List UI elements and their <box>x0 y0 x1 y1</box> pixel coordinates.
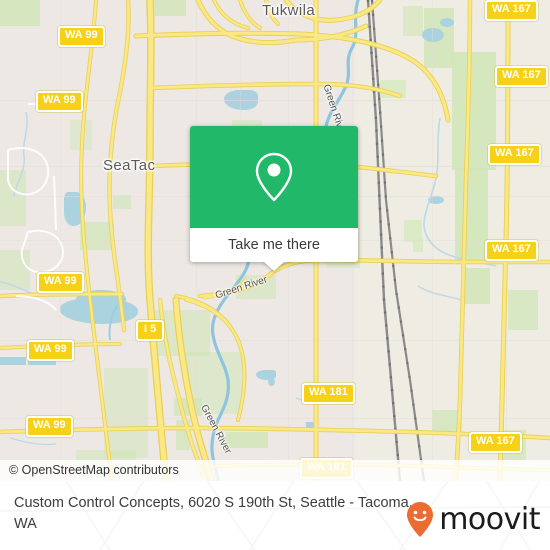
take-me-there-label: Take me there <box>228 237 320 253</box>
map-pin-icon <box>255 152 293 202</box>
river-label-green-river: Green River <box>198 403 234 456</box>
take-me-there-button[interactable]: Take me there <box>190 228 358 262</box>
moovit-pin-smiley-icon <box>407 502 434 537</box>
place-label-seatac: SeaTac <box>103 157 156 174</box>
river-label-green-river: Green Riv <box>320 83 345 130</box>
moovit-logo[interactable]: moovit <box>405 501 540 539</box>
popup-pin-panel <box>190 126 358 228</box>
location-title: Custom Control Concepts, 6020 S 190th St… <box>14 495 413 532</box>
map-canvas[interactable]: WA 167 WA 99 WA 167 WA 99 WA 167 WA 167 … <box>0 0 550 481</box>
river-label-green-river: Green River <box>214 274 269 302</box>
popup-pointer-tail <box>263 261 285 271</box>
map-screenshot: WA 167 WA 99 WA 167 WA 99 WA 167 WA 167 … <box>0 0 550 550</box>
location-popup-card[interactable]: Take me there <box>190 126 358 271</box>
moovit-wordmark: moovit <box>439 502 540 537</box>
bottom-info-bar: Custom Control Concepts, 6020 S 190th St… <box>0 481 550 550</box>
place-label-tukwila: Tukwila <box>262 2 316 19</box>
map-attribution[interactable]: © OpenStreetMap contributors <box>0 460 550 481</box>
